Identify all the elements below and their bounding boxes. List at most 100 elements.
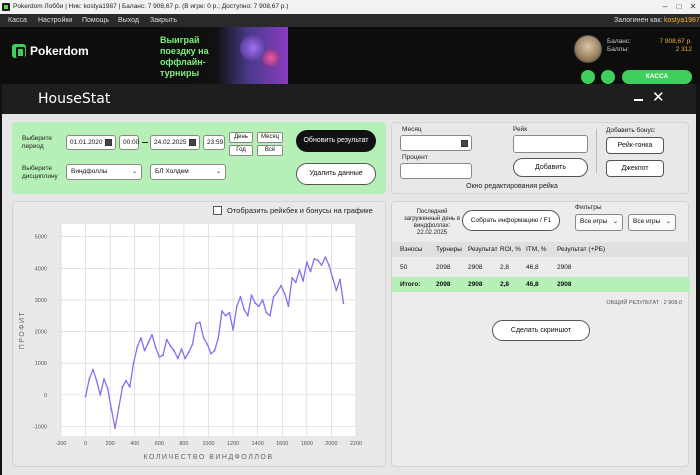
table-cell: 2908 <box>557 281 572 288</box>
maximize-icon[interactable]: □ <box>672 0 686 14</box>
period-label: Выберите период <box>22 135 53 150</box>
menu-close[interactable]: Закрыть <box>150 14 177 27</box>
close-icon[interactable]: ✕ <box>652 89 665 107</box>
filter-select-2[interactable]: Все игры ⌄ <box>628 214 676 231</box>
data-point <box>232 329 234 331</box>
jackpot-button[interactable]: Джекпот <box>606 160 664 177</box>
month-field[interactable] <box>400 135 472 151</box>
menu-settings[interactable]: Настройки <box>38 14 72 27</box>
data-point <box>114 427 116 429</box>
pokerdom-logo: Pokerdom <box>12 41 89 61</box>
calendar-icon[interactable] <box>105 139 112 146</box>
data-point <box>305 261 308 263</box>
data-point <box>283 292 286 295</box>
data-point <box>328 264 330 267</box>
gift-icon[interactable] <box>581 70 595 84</box>
lobby-header: Pokerdom Выиграй поездку на оффлайн-турн… <box>0 27 700 84</box>
x-tick-label: 1000 <box>202 441 214 447</box>
date-to-field[interactable]: 24.02.2025 <box>150 135 200 150</box>
table-cell: 50 <box>400 264 408 271</box>
avatar[interactable] <box>574 35 602 63</box>
x-tick-label: 0 <box>84 441 87 447</box>
title-bar: Pokerdom Лобби | Ник: kostya1987 | Балан… <box>0 0 700 14</box>
x-tick-label: 600 <box>155 441 164 447</box>
data-point <box>136 346 139 349</box>
x-tick-label: 1200 <box>227 441 239 447</box>
column-header: Турниры <box>436 246 462 253</box>
calendar-icon[interactable] <box>189 139 196 146</box>
data-point <box>106 387 109 390</box>
data-point <box>291 276 293 279</box>
pokerdom-lobby-window: Pokerdom Лобби | Ник: kostya1987 | Балан… <box>0 0 700 475</box>
chart-panel: Отобразить рейкбек и бонусы на графике -… <box>12 201 386 467</box>
balance-labels: Баланс: Баллы: <box>607 38 631 54</box>
data-point <box>117 406 120 409</box>
logged-label: Залогинен как: <box>614 17 663 24</box>
discipline-type-select[interactable]: Виндфоллы ⌄ <box>66 164 142 180</box>
menu-exit[interactable]: Выход <box>118 14 139 27</box>
collect-info-button[interactable]: Собрать информацию / F1 <box>462 210 560 231</box>
data-point <box>324 256 327 259</box>
results-panel: Последний загруженный день в виндфоллах:… <box>391 201 690 467</box>
date-from-field[interactable]: 01.01.2020 <box>66 135 116 150</box>
data-point <box>331 276 334 279</box>
data-point <box>158 355 161 358</box>
data-point <box>198 321 201 323</box>
percent-field[interactable] <box>400 163 472 179</box>
x-tick-label: 2000 <box>325 441 337 447</box>
data-point <box>217 337 220 339</box>
data-point <box>276 291 279 293</box>
data-point <box>339 278 341 281</box>
housestat-title-bar: HouseStat ✕ <box>2 84 696 114</box>
add-rake-button[interactable]: Добавить <box>513 158 588 177</box>
rake-field[interactable] <box>513 135 588 153</box>
data-point <box>132 362 135 365</box>
balance-values: 7 908,67 р. 2 312 <box>659 38 692 54</box>
time-from-field[interactable]: 00:00 <box>119 135 139 150</box>
period-panel: Выберите период 01.01.2020 00:00 24.02.2… <box>12 122 386 194</box>
time-to-field[interactable]: 23:59 <box>203 135 225 150</box>
y-tick-label: 0 <box>44 393 47 399</box>
data-point <box>246 314 249 317</box>
cashier-button[interactable]: КАССА <box>622 70 692 84</box>
screenshot-button[interactable]: Сделать скриншот <box>492 320 590 341</box>
promo-banner[interactable]: Выиграй поездку на оффлайн-турниры <box>158 27 288 84</box>
delete-data-button[interactable]: Удалить данные <box>296 163 376 185</box>
menu-bar: Касса Настройки Помощь Выход Закрыть Зал… <box>0 14 700 27</box>
y-tick-label: 3000 <box>35 298 47 304</box>
minimize-icon[interactable] <box>634 99 643 101</box>
menu-cashier[interactable]: Касса <box>8 14 27 27</box>
filters-label: Фильтры <box>575 204 602 211</box>
data-point <box>103 378 105 380</box>
refresh-result-button[interactable]: Обновить результат <box>296 130 376 152</box>
calendar-icon[interactable] <box>461 140 468 147</box>
menu-help[interactable]: Помощь <box>82 14 109 27</box>
time-to-value: 23:59 <box>207 139 224 146</box>
table-cell: 2098 <box>436 264 451 271</box>
minimize-icon[interactable]: – <box>658 0 672 14</box>
game-select[interactable]: БЛ Холдем ⌄ <box>150 164 226 180</box>
close-icon[interactable]: ✕ <box>686 0 700 14</box>
data-point <box>202 337 205 339</box>
table-cell: 2908 <box>557 264 572 271</box>
data-point <box>313 257 316 260</box>
y-tick-label: -1000 <box>33 425 47 431</box>
year-button[interactable]: Год <box>229 145 253 156</box>
data-point <box>213 349 216 352</box>
promo-banner-text: Выиграй поездку на оффлайн-турниры <box>160 35 209 78</box>
rake-race-button[interactable]: Рейк-гонка <box>606 137 664 154</box>
data-point <box>320 264 323 267</box>
data-point <box>180 348 183 350</box>
month-button[interactable]: Месяц <box>257 132 283 143</box>
table-row[interactable]: 50 2098 2908 2,8 46,8 2908 <box>392 260 690 275</box>
data-point <box>221 310 223 312</box>
all-button[interactable]: Всё <box>257 145 283 156</box>
x-tick-label: 800 <box>179 441 188 447</box>
star-icon[interactable] <box>601 70 615 84</box>
day-button[interactable]: День <box>229 132 253 143</box>
x-tick-label: 1800 <box>301 441 313 447</box>
last-loaded-text: Последний загруженный день в виндфоллах:… <box>403 209 461 236</box>
filter-2-value: Все игры <box>633 218 661 225</box>
filter-select-1[interactable]: Все игры ⌄ <box>575 214 623 231</box>
table-cell: 2098 <box>436 281 451 288</box>
